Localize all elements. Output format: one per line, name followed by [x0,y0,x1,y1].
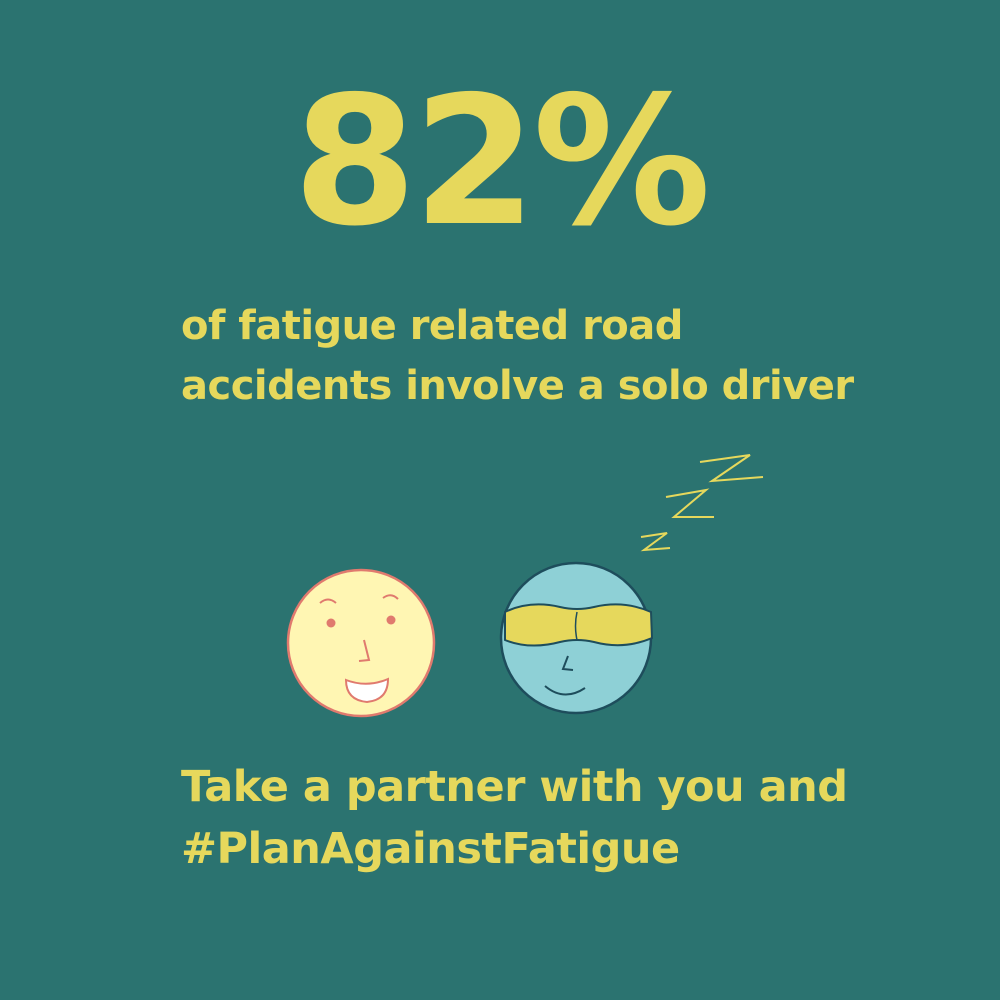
campaign-hashtag: #PlanAgainstFatigue [181,824,680,874]
infographic-card: 82% of fatigue related road accidents in… [0,0,1000,1000]
awake-face-icon [286,568,436,718]
sleeping-face-icon [499,561,654,715]
call-to-action-line-1: Take a partner with you and [181,762,848,812]
zzz-icon [640,454,764,552]
call-to-action: Take a partner with you and #PlanAgainst… [181,756,961,880]
